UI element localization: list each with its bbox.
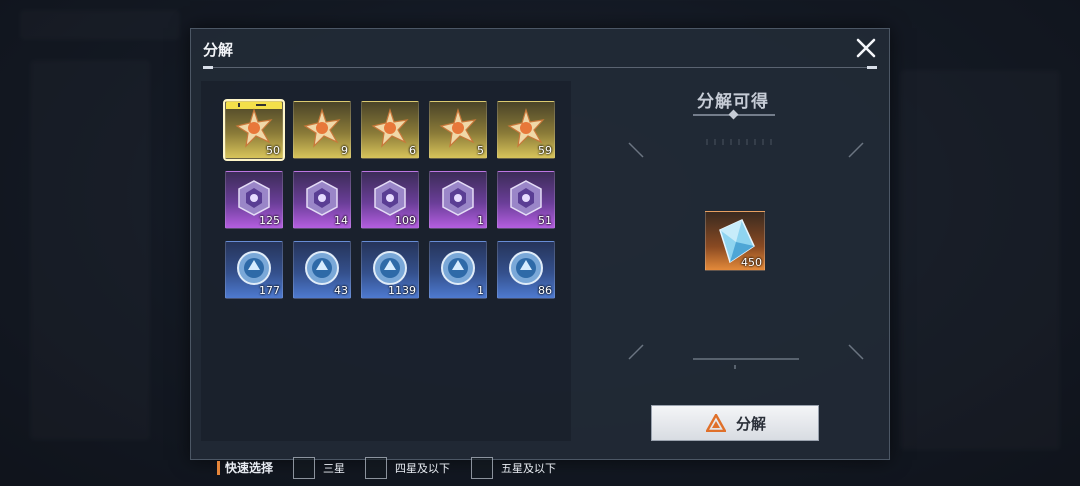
star-emblem-icon bbox=[234, 108, 274, 148]
item-count: 86 bbox=[538, 284, 552, 297]
item-count: 125 bbox=[259, 214, 280, 227]
item-slot[interactable]: 43 bbox=[293, 241, 351, 299]
item-slot[interactable]: 59 bbox=[497, 101, 555, 159]
checkbox-three-star[interactable] bbox=[293, 457, 315, 479]
item-count: 5 bbox=[477, 144, 484, 157]
item-slot[interactable]: 6 bbox=[361, 101, 419, 159]
hex-emblem-icon bbox=[234, 178, 274, 218]
checkbox-four-star-below[interactable] bbox=[365, 457, 387, 479]
round-emblem-icon bbox=[438, 248, 478, 288]
item-slot[interactable]: 51 bbox=[497, 171, 555, 229]
item-count: 43 bbox=[334, 284, 348, 297]
item-count: 14 bbox=[334, 214, 348, 227]
reward-item: 450 bbox=[705, 211, 765, 271]
item-count: 1139 bbox=[388, 284, 416, 297]
item-count: 59 bbox=[538, 144, 552, 157]
item-slot[interactable]: 177 bbox=[225, 241, 283, 299]
item-count: 9 bbox=[341, 144, 348, 157]
decompose-button-label: 分解 bbox=[736, 415, 767, 433]
checkbox-five-star-below[interactable] bbox=[471, 457, 493, 479]
close-button[interactable] bbox=[853, 35, 879, 61]
item-grid-panel: 50 9 6 5 59 125 14 109 1 51 177 43 1139 1 86 快速选择 三星 四… bbox=[201, 81, 571, 479]
checkbox-three-star-label: 三星 bbox=[323, 462, 345, 475]
close-icon bbox=[856, 38, 876, 58]
item-count: 50 bbox=[266, 144, 280, 157]
item-slot[interactable]: 5 bbox=[429, 101, 487, 159]
hex-emblem-icon bbox=[370, 178, 410, 218]
item-count: 177 bbox=[259, 284, 280, 297]
round-emblem-icon bbox=[370, 248, 410, 288]
item-slot[interactable]: 1139 bbox=[361, 241, 419, 299]
star-emblem-icon bbox=[370, 108, 410, 148]
item-slot[interactable]: 109 bbox=[361, 171, 419, 229]
star-emblem-icon bbox=[506, 108, 546, 148]
item-slot[interactable]: 1 bbox=[429, 171, 487, 229]
star-emblem-icon bbox=[438, 108, 478, 148]
hex-emblem-icon bbox=[506, 178, 546, 218]
item-count: 109 bbox=[395, 214, 416, 227]
quick-select-label: 快速选择 bbox=[217, 459, 273, 476]
item-count: 1 bbox=[477, 214, 484, 227]
item-slot[interactable]: 14 bbox=[293, 171, 351, 229]
item-count: 1 bbox=[477, 284, 484, 297]
item-slot[interactable]: 50 bbox=[223, 99, 285, 161]
star-emblem-icon bbox=[302, 108, 342, 148]
checkbox-five-star-below-label: 五星及以下 bbox=[501, 462, 556, 475]
item-count: 51 bbox=[538, 214, 552, 227]
item-slot[interactable]: 125 bbox=[225, 171, 283, 229]
decompose-triangle-icon bbox=[706, 414, 726, 432]
round-emblem-icon bbox=[302, 248, 342, 288]
round-emblem-icon bbox=[234, 248, 274, 288]
item-slot[interactable]: 9 bbox=[293, 101, 351, 159]
title-divider bbox=[203, 66, 877, 69]
decompose-button[interactable]: 分解 bbox=[651, 405, 819, 441]
hex-emblem-icon bbox=[438, 178, 478, 218]
hex-emblem-icon bbox=[302, 178, 342, 218]
round-emblem-icon bbox=[506, 248, 546, 288]
item-slot[interactable]: 1 bbox=[429, 241, 487, 299]
item-count: 6 bbox=[409, 144, 416, 157]
reward-count: 450 bbox=[741, 256, 762, 269]
dialog-title: 分解 bbox=[203, 41, 234, 59]
item-slot[interactable]: 86 bbox=[497, 241, 555, 299]
checkbox-four-star-below-label: 四星及以下 bbox=[395, 462, 450, 475]
decompose-dialog: 分解 50 9 6 5 59 125 14 109 1 51 177 43 1139 1 86 快速选择 三… bbox=[190, 28, 890, 479]
item-grid: 50 9 6 5 59 125 14 109 1 51 177 43 1139 1 86 bbox=[223, 99, 555, 299]
yield-divider bbox=[693, 114, 775, 116]
